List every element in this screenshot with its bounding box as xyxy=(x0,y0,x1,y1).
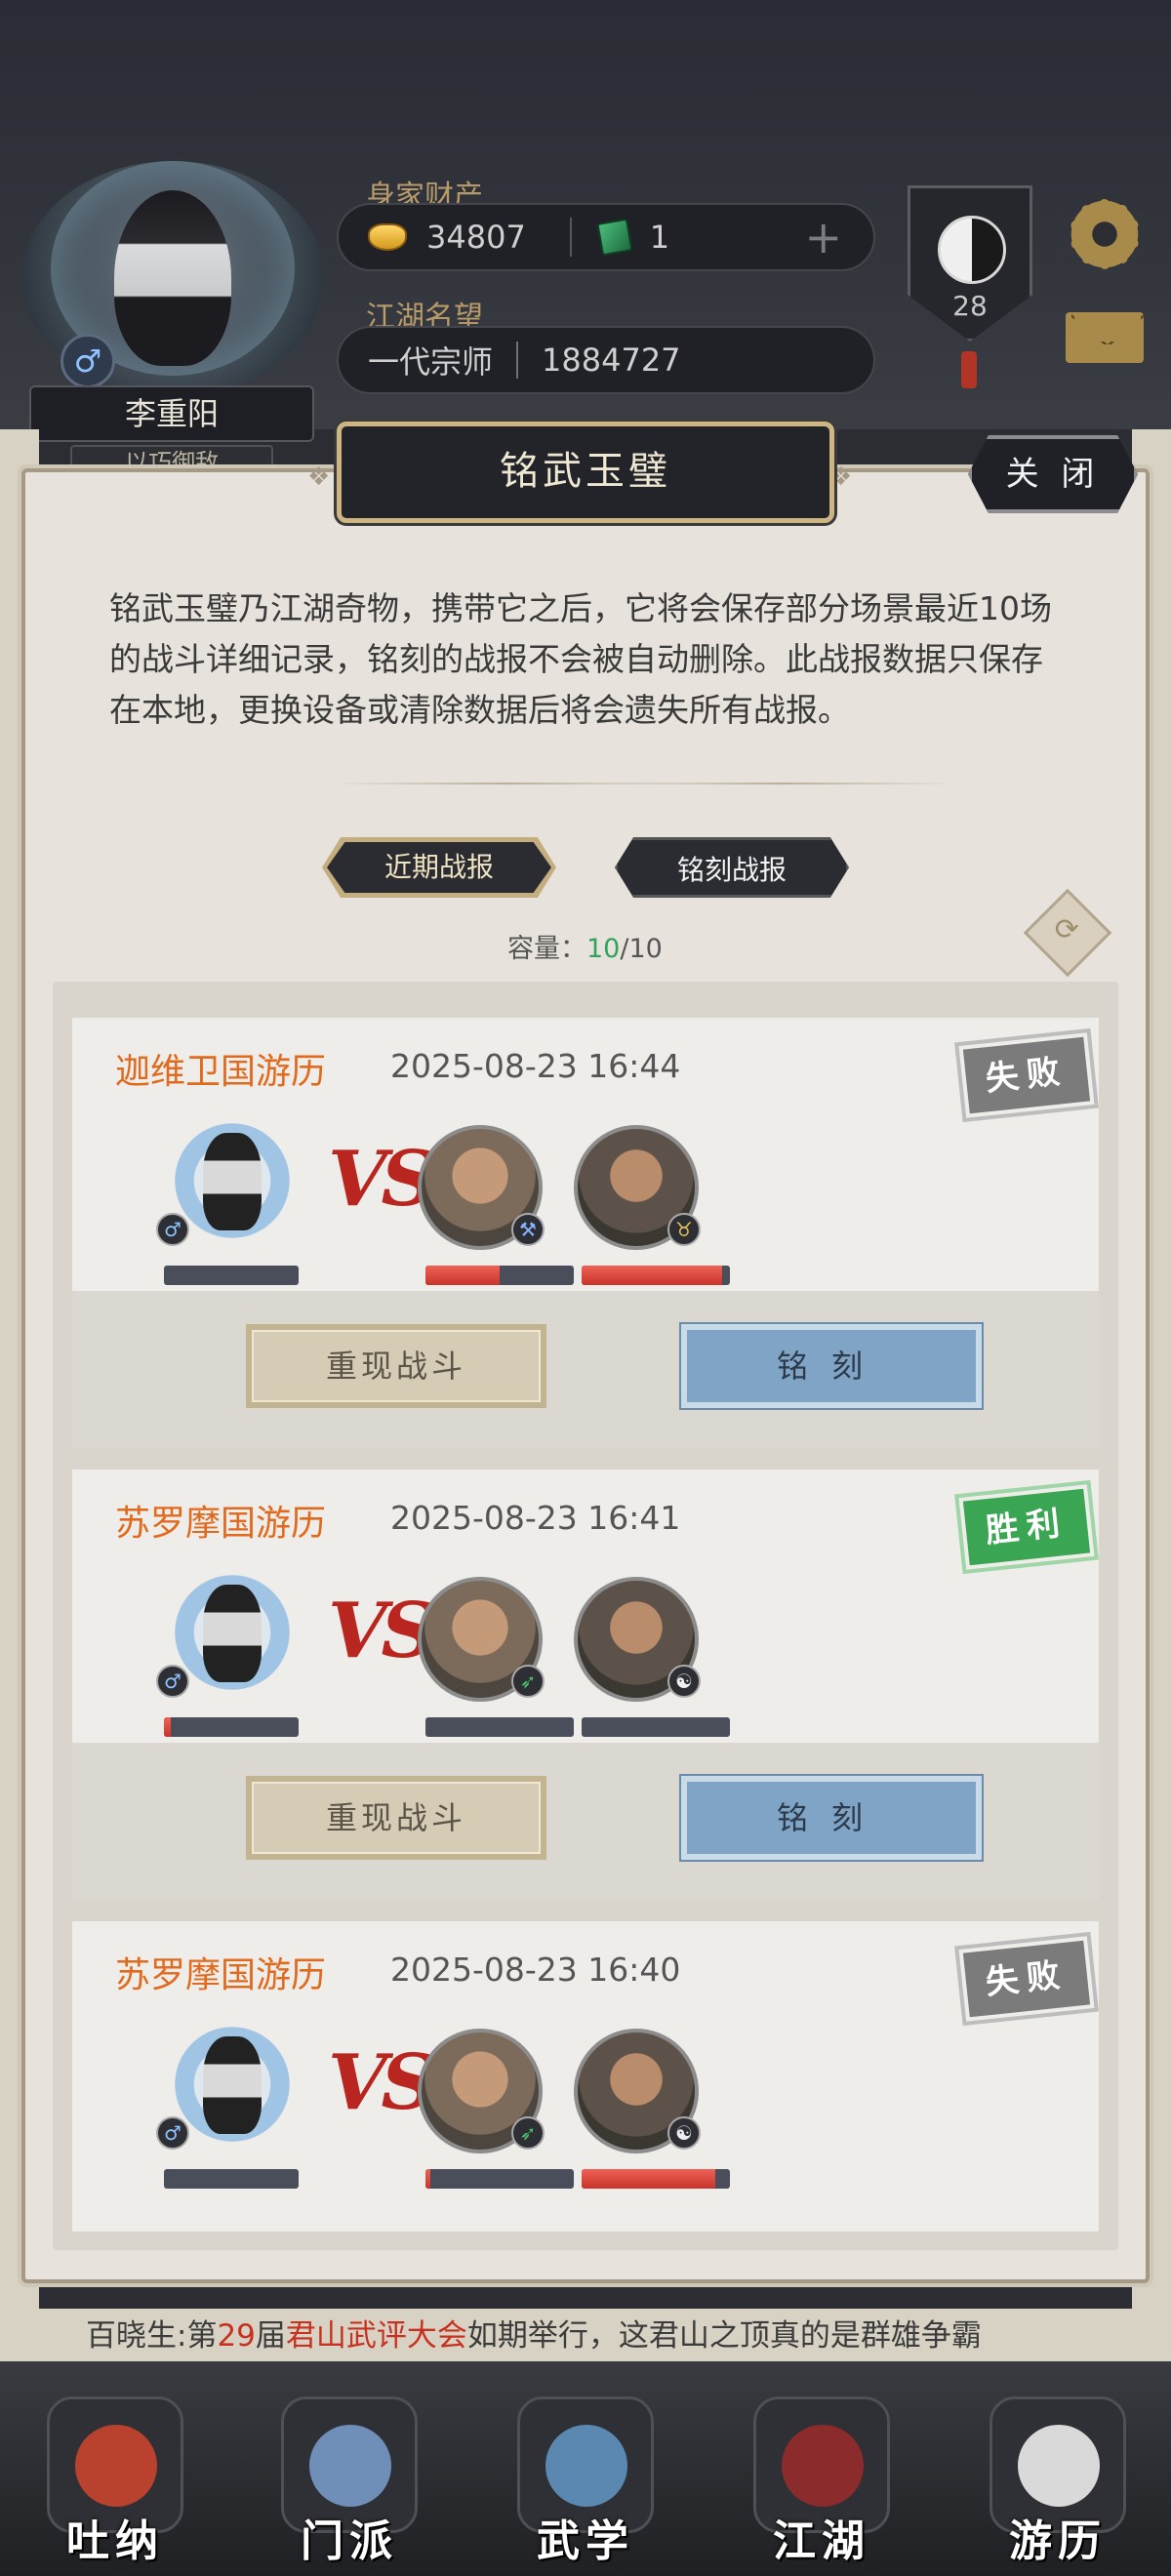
title-ornament-right: ❖ xyxy=(829,463,853,492)
battle-card: 迦维卫国游历 2025-08-23 16:44 失败 ♂ VS ⚒ ♉ 重现战斗… xyxy=(72,1018,1099,1447)
ornament-divider-right xyxy=(605,783,956,785)
replay-battle-button[interactable]: 重现战斗 xyxy=(246,1324,546,1408)
battle-card-header: 迦维卫国游历 2025-08-23 16:44 失败 ♂ VS ⚒ ♉ xyxy=(72,1018,1099,1291)
nav-travel[interactable]: 游历 xyxy=(980,2396,1136,2568)
enemy-hp-bar xyxy=(582,2169,730,2189)
enemy-weapon-icon: ⚒ xyxy=(511,1213,545,1246)
result-stamp: 失败 xyxy=(954,1931,1099,2027)
nav-label: 江湖 xyxy=(773,2516,870,2566)
nav-sect[interactable]: 门派 xyxy=(271,2396,427,2568)
nav-label: 吐纳 xyxy=(66,2516,164,2566)
enemy-sect-icon: ☯ xyxy=(667,1665,701,1698)
level-badge[interactable]: 28 xyxy=(908,185,1032,342)
battle-location: 迦维卫国游历 xyxy=(115,1052,327,1092)
ticker-mid: 届 xyxy=(255,2318,286,2354)
battle-card: 苏罗摩国游历 2025-08-23 16:41 胜利 ♂ VS ➶ ☯ 重现战斗… xyxy=(72,1469,1099,1899)
battle-card-header: 苏罗摩国游历 2025-08-23 16:41 胜利 ♂ VS ➶ ☯ xyxy=(72,1469,1099,1743)
result-stamp: 胜利 xyxy=(954,1479,1099,1575)
result-text: 胜利 xyxy=(962,1488,1091,1566)
settings-gear-icon[interactable] xyxy=(1066,195,1144,273)
gender-male-icon: ♂ xyxy=(156,1213,189,1246)
level-number: 28 xyxy=(952,290,988,322)
capacity-total: /10 xyxy=(620,934,663,964)
battle-location: 苏罗摩国游历 xyxy=(115,1504,327,1544)
fame-amount: 1884727 xyxy=(542,342,681,379)
enemy-weapon-icon: ➶ xyxy=(511,2116,545,2150)
player-header: ♂ 身家财产 34807 1 + 江湖名望 一代宗师 1884727 28 xyxy=(0,0,1171,429)
battle-list[interactable]: 迦维卫国游历 2025-08-23 16:44 失败 ♂ VS ⚒ ♉ 重现战斗… xyxy=(53,982,1118,2250)
jade-icon xyxy=(596,218,633,257)
enemy-weapon-icon: ➶ xyxy=(511,1665,545,1698)
tassel-decoration xyxy=(961,351,977,388)
battle-card-actions: 重现战斗 铭刻 xyxy=(72,1743,1099,1899)
nav-label: 门派 xyxy=(301,2516,398,2566)
player-name: 李重阳 xyxy=(29,385,314,442)
result-stamp: 失败 xyxy=(954,1027,1099,1123)
tab-recent-label: 近期战报 xyxy=(327,842,551,893)
nav-tuna[interactable]: 吐纳 xyxy=(37,2396,193,2568)
gender-male-icon: ♂ xyxy=(156,1665,189,1698)
bottom-navigation: 吐纳 门派 武学 江湖 游历 xyxy=(0,2361,1171,2576)
enemy-sect-icon: ☯ xyxy=(667,2116,701,2150)
mail-icon[interactable] xyxy=(1066,312,1144,363)
avatar-portrait xyxy=(114,190,231,366)
enemy-hp-bar xyxy=(425,1717,574,1737)
close-button[interactable]: 关 闭 xyxy=(968,435,1138,513)
modal-title: 铭武玉璧 xyxy=(337,422,834,523)
vs-icon: VS xyxy=(328,1135,436,1224)
capacity-label: 容量： xyxy=(507,934,586,964)
wealth-bar: 34807 1 + xyxy=(337,203,875,271)
gold-ingot-icon xyxy=(368,223,407,251)
battle-card-actions: 重现战斗 铭刻 xyxy=(72,1291,1099,1447)
ticker-suffix: 如期举行，这君山之顶真的是群雄争霸 xyxy=(466,2318,982,2354)
fame-rank: 一代宗师 xyxy=(368,343,494,381)
ticker-number: 29 xyxy=(217,2318,256,2354)
player-hp-bar xyxy=(164,2169,299,2189)
vs-icon: VS xyxy=(328,2038,436,2127)
battle-time: 2025-08-23 16:41 xyxy=(390,1499,681,1537)
enemy-hp-bar xyxy=(425,2169,574,2189)
gold-amount: 34807 xyxy=(426,219,526,256)
vs-icon: VS xyxy=(328,1587,436,1675)
battle-card-header: 苏罗摩国游历 2025-08-23 16:40 失败 ♂ VS ➶ ☯ xyxy=(72,1921,1099,2232)
enemy-hp-bar xyxy=(425,1266,574,1285)
nav-jianghu[interactable]: 江湖 xyxy=(744,2396,900,2568)
fame-bar: 一代宗师 1884727 xyxy=(337,326,875,394)
enemy-hp-bar xyxy=(582,1266,730,1285)
yinyang-icon xyxy=(938,216,1006,284)
battle-location: 苏罗摩国游历 xyxy=(115,1955,327,1995)
jade-amount: 1 xyxy=(649,219,670,256)
nav-martial-arts[interactable]: 武学 xyxy=(507,2396,664,2568)
player-hp-bar xyxy=(164,1266,299,1285)
result-text: 失败 xyxy=(962,1940,1091,2018)
player-hp-bar xyxy=(164,1717,299,1737)
battle-card: 苏罗摩国游历 2025-08-23 16:40 失败 ♂ VS ➶ ☯ xyxy=(72,1921,1099,2232)
tab-engraved-reports[interactable]: 铭刻战报 xyxy=(615,837,849,898)
ticker-event: 君山武评大会 xyxy=(285,2318,467,2354)
news-ticker: 百晓生:第29届君山武评大会如期举行，这君山之顶真的是群雄争霸 xyxy=(35,2309,1138,2363)
enemy-hp-bar xyxy=(582,1717,730,1737)
enemy-sect-icon: ♉ xyxy=(667,1213,701,1246)
capacity-indicator: 容量：10/10 xyxy=(507,927,663,965)
ticker-prefix: 百晓生:第 xyxy=(86,2318,218,2354)
divider xyxy=(516,342,519,379)
engrave-button[interactable]: 铭刻 xyxy=(681,1324,982,1408)
battle-time: 2025-08-23 16:44 xyxy=(390,1047,681,1085)
nav-label: 武学 xyxy=(537,2516,634,2566)
gender-male-icon: ♂ xyxy=(156,2116,189,2150)
modal-description: 铭武玉璧乃江湖奇物，携带它之后，它将会保存部分场景最近10场的战斗详细记录，铭刻… xyxy=(109,589,1052,729)
gender-male-icon: ♂ xyxy=(61,334,115,388)
replay-battle-button[interactable]: 重现战斗 xyxy=(246,1776,546,1860)
nav-label: 游历 xyxy=(1009,2516,1107,2566)
capacity-current: 10 xyxy=(586,934,621,964)
battle-time: 2025-08-23 16:40 xyxy=(390,1951,681,1989)
engrave-button[interactable]: 铭刻 xyxy=(681,1776,982,1860)
divider xyxy=(569,218,572,257)
add-currency-button[interactable]: + xyxy=(804,215,842,260)
result-text: 失败 xyxy=(962,1036,1091,1114)
tab-recent-reports[interactable]: 近期战报 xyxy=(322,837,556,898)
